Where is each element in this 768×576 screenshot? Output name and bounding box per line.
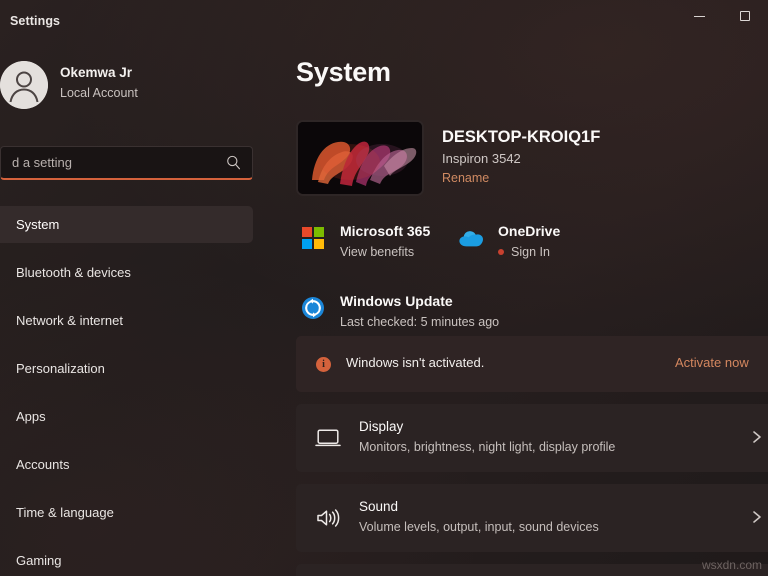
sidebar-item-label: Personalization	[16, 361, 105, 376]
quick-link-subtitle: Sign In	[511, 243, 550, 261]
minimize-button[interactable]	[676, 0, 722, 32]
content-pane: System DESKTOP-KROIQ1F Inspiron 354	[296, 44, 768, 576]
search-icon[interactable]	[225, 154, 242, 171]
account-name: Okemwa Jr	[60, 64, 138, 82]
quick-link-title: OneDrive	[498, 222, 560, 241]
quick-link-subtitle-row: Sign In	[498, 243, 560, 261]
sidebar-item-time-language[interactable]: Time & language	[0, 494, 253, 531]
settings-window: Settings Okemwa Jr Local Account	[0, 0, 768, 576]
windows-update-refresh-icon	[300, 295, 326, 321]
settings-card-subtitle: Volume levels, output, input, sound devi…	[359, 518, 599, 536]
sidebar-item-label: System	[16, 217, 59, 232]
sidebar-item-apps[interactable]: Apps	[0, 398, 253, 435]
quick-link-subtitle-row: View benefits	[340, 243, 430, 261]
sidebar-item-bluetooth-devices[interactable]: Bluetooth & devices	[0, 254, 253, 291]
caption-button-group	[676, 0, 768, 32]
maximize-button[interactable]	[722, 0, 768, 32]
sidebar-item-label: Apps	[16, 409, 46, 424]
desktop-wallpaper-thumbnail	[298, 122, 422, 194]
search-input[interactable]	[12, 147, 212, 178]
settings-card-subtitle: Monitors, brightness, night light, displ…	[359, 438, 615, 456]
avatar	[0, 61, 48, 109]
settings-card-partial[interactable]	[296, 564, 768, 576]
device-model: Inspiron 3542	[442, 149, 600, 168]
settings-card-list: i Windows isn't activated. Activate now …	[296, 336, 768, 576]
onedrive-cloud-icon	[458, 225, 484, 251]
minimize-icon	[694, 16, 705, 17]
settings-card-sound[interactable]: Sound Volume levels, output, input, soun…	[296, 484, 768, 552]
speaker-icon	[315, 506, 341, 530]
rename-link[interactable]: Rename	[442, 169, 489, 188]
settings-card-display[interactable]: Display Monitors, brightness, night ligh…	[296, 404, 768, 472]
alert-dot-icon	[498, 249, 504, 255]
quick-link-title: Microsoft 365	[340, 222, 430, 241]
sidebar-item-system[interactable]: System	[0, 206, 253, 243]
sidebar-item-gaming[interactable]: Gaming	[0, 542, 253, 576]
page-title: System	[296, 57, 391, 88]
sidebar-item-label: Network & internet	[16, 313, 123, 328]
quick-link-body: Windows Update Last checked: 5 minutes a…	[340, 292, 499, 331]
chevron-right-icon[interactable]	[750, 430, 764, 444]
device-thumbnail	[296, 120, 424, 196]
quick-link-microsoft-365[interactable]: Microsoft 365 View benefits	[300, 222, 430, 261]
sidebar-item-accounts[interactable]: Accounts	[0, 446, 253, 483]
device-info: DESKTOP-KROIQ1F Inspiron 3542 Rename	[442, 126, 600, 188]
device-summary: DESKTOP-KROIQ1F Inspiron 3542 Rename	[296, 120, 766, 200]
monitor-icon	[315, 426, 341, 450]
sidebar-nav: System Bluetooth & devices Network & int…	[0, 206, 272, 576]
settings-card-title: Display	[359, 418, 403, 436]
quick-link-onedrive[interactable]: OneDrive Sign In	[458, 222, 560, 261]
device-name: DESKTOP-KROIQ1F	[442, 126, 600, 148]
sidebar-item-label: Gaming	[16, 553, 62, 568]
account-text: Okemwa Jr Local Account	[60, 64, 138, 102]
activation-message: Windows isn't activated.	[346, 355, 484, 370]
window-title: Settings	[10, 14, 60, 28]
activation-banner[interactable]: i Windows isn't activated. Activate now	[296, 336, 768, 392]
quick-link-body: OneDrive Sign In	[498, 222, 560, 261]
title-bar: Settings	[0, 0, 768, 44]
sidebar-item-label: Time & language	[16, 505, 114, 520]
info-icon: i	[316, 357, 331, 372]
watermark: wsxdn.com	[702, 558, 762, 572]
quick-link-title: Windows Update	[340, 292, 499, 311]
search-box[interactable]	[0, 146, 253, 180]
maximize-icon	[740, 11, 750, 21]
account-header[interactable]: Okemwa Jr Local Account	[0, 56, 250, 116]
user-avatar-icon	[0, 61, 48, 109]
sidebar-item-personalization[interactable]: Personalization	[0, 350, 253, 387]
quick-link-subtitle: View benefits	[340, 243, 414, 261]
quick-link-subtitle-row: Last checked: 5 minutes ago	[340, 313, 499, 331]
activate-now-link[interactable]: Activate now	[675, 355, 749, 370]
sidebar: Okemwa Jr Local Account System Bluetooth…	[0, 0, 272, 576]
quick-link-body: Microsoft 365 View benefits	[340, 222, 430, 261]
quick-link-windows-update[interactable]: Windows Update Last checked: 5 minutes a…	[300, 292, 499, 331]
sidebar-item-label: Accounts	[16, 457, 69, 472]
chevron-right-icon[interactable]	[750, 510, 764, 524]
microsoft-logo-icon	[300, 225, 326, 251]
sidebar-item-label: Bluetooth & devices	[16, 265, 131, 280]
settings-card-title: Sound	[359, 498, 398, 516]
account-type: Local Account	[60, 84, 138, 102]
quick-link-subtitle: Last checked: 5 minutes ago	[340, 313, 499, 331]
sidebar-item-network-internet[interactable]: Network & internet	[0, 302, 253, 339]
